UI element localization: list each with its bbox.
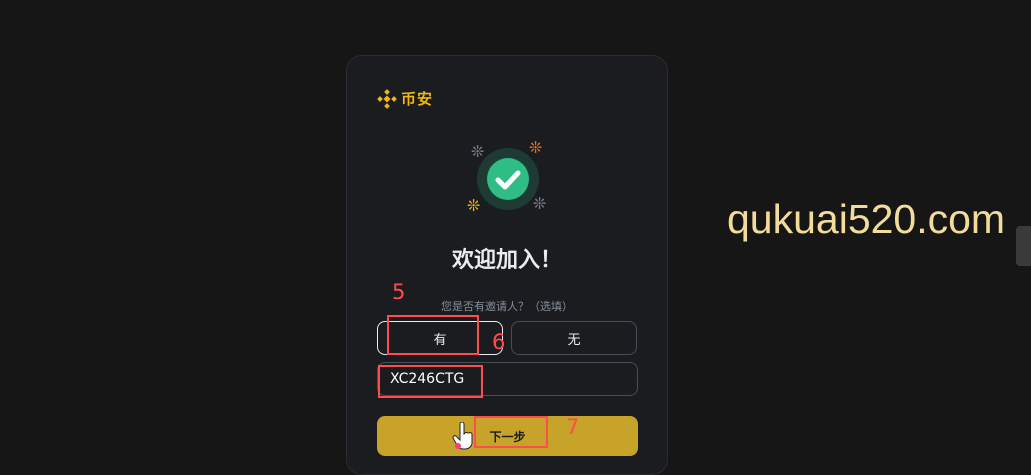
annotation-step-6: 6 — [492, 330, 506, 354]
annotation-box-yes — [387, 315, 479, 355]
referral-no-option[interactable]: 无 — [511, 321, 637, 355]
annotation-box-next — [474, 416, 548, 448]
annotation-box-code — [378, 365, 483, 398]
signup-card: 币安 ❊ ❊ ❊ ❊ 欢迎加入！ 您是否有邀请人？（选填） 有 无 下一步 — [346, 55, 668, 475]
side-edge-button[interactable] — [1016, 226, 1031, 266]
watermark-text: qukuai520.com — [727, 196, 1006, 242]
hand-pointer-icon — [452, 422, 473, 450]
referral-no-label: 无 — [567, 332, 581, 348]
binance-logo-icon — [377, 88, 397, 109]
annotation-step-7: 7 — [566, 415, 580, 439]
check-circle-icon — [495, 170, 521, 190]
welcome-title: 欢迎加入！ — [451, 248, 562, 273]
success-badge — [477, 148, 539, 210]
annotation-step-5: 5 — [392, 280, 406, 304]
brand-name: 币安 — [401, 90, 434, 108]
brand: 币安 — [377, 88, 433, 109]
